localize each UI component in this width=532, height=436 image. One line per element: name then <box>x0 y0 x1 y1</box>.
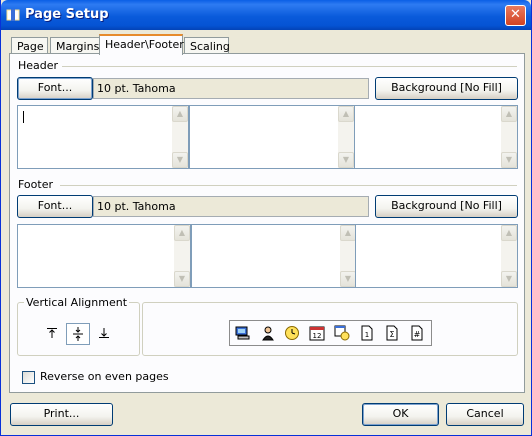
header-background-button[interactable]: Background [No Fill] <box>375 77 518 100</box>
header-divider <box>62 66 517 67</box>
footer-left-scrollbar[interactable]: ▲ ▼ <box>174 225 190 287</box>
calendar-icon[interactable]: 12 <box>309 325 325 341</box>
footer-left-textbox[interactable]: ▲ ▼ <box>17 224 191 288</box>
text-caret <box>23 111 24 123</box>
header-font-value: 10 pt. Tahoma <box>93 78 369 99</box>
page-count-icon[interactable]: Σ <box>384 325 400 341</box>
footer-background-button-label: Background [No Fill] <box>391 199 502 212</box>
ok-button[interactable]: OK <box>362 403 439 426</box>
scroll-up-arrow-icon[interactable]: ▲ <box>501 225 517 241</box>
align-top-icon <box>47 328 57 338</box>
scroll-down-arrow-icon[interactable]: ▼ <box>338 152 354 168</box>
close-button[interactable]: ✕ <box>505 5 526 26</box>
cancel-button-label: Cancel <box>466 407 504 420</box>
scroll-up-arrow-icon[interactable]: ▲ <box>501 106 517 122</box>
vertical-alignment-label: Vertical Alignment <box>24 296 130 309</box>
cancel-button[interactable]: Cancel <box>446 403 524 426</box>
align-bottom-button[interactable] <box>92 323 116 345</box>
page-setup-icon <box>6 9 20 21</box>
scroll-up-arrow-icon[interactable]: ▲ <box>340 225 356 241</box>
date-time-icon[interactable] <box>334 325 350 341</box>
scroll-down-arrow-icon[interactable]: ▼ <box>501 271 517 287</box>
footer-font-button[interactable]: Font... <box>17 195 93 218</box>
tab-scaling[interactable]: Scaling <box>184 37 230 54</box>
header-right-textbox[interactable]: ▲ ▼ <box>354 105 518 169</box>
header-section-label: Header <box>18 59 59 72</box>
footer-section-label: Footer <box>18 178 53 191</box>
reverse-even-pages-label[interactable]: Reverse on even pages <box>40 370 169 383</box>
print-button[interactable]: Print... <box>10 403 113 426</box>
svg-text:Σ: Σ <box>389 330 394 339</box>
insert-fields-toolbar: 12 1 Σ # <box>229 320 432 346</box>
reverse-even-pages-checkbox[interactable] <box>22 371 35 384</box>
align-top-button[interactable] <box>40 323 64 345</box>
tab-page[interactable]: Page <box>11 37 48 54</box>
window-title: Page Setup <box>25 7 109 22</box>
footer-font-value: 10 pt. Tahoma <box>93 196 369 217</box>
page-number-icon[interactable]: 1 <box>359 325 375 341</box>
align-bottom-icon <box>99 328 109 338</box>
user-icon[interactable] <box>260 325 276 341</box>
scroll-up-arrow-icon[interactable]: ▲ <box>174 225 190 241</box>
svg-text:12: 12 <box>313 332 322 340</box>
tab-header-footer[interactable]: Header\Footer <box>99 34 184 55</box>
number-icon[interactable]: # <box>409 325 425 341</box>
page-setup-dialog: Page Setup ✕ Page Margins Header\Footer … <box>0 0 532 436</box>
footer-right-scrollbar[interactable]: ▲ ▼ <box>501 225 517 287</box>
header-left-textbox[interactable]: ▲ ▼ <box>17 105 189 169</box>
header-right-scrollbar[interactable]: ▲ ▼ <box>501 106 517 168</box>
header-font-button[interactable]: Font... <box>17 77 93 100</box>
title-bar[interactable]: Page Setup ✕ <box>1 0 531 30</box>
svg-text:#: # <box>414 330 421 339</box>
footer-background-button[interactable]: Background [No Fill] <box>375 195 518 218</box>
footer-center-textbox[interactable]: ▲ ▼ <box>191 224 357 288</box>
header-center-textbox[interactable]: ▲ ▼ <box>189 105 355 169</box>
header-background-button-label: Background [No Fill] <box>391 81 502 94</box>
tab-margins[interactable]: Margins <box>50 37 100 54</box>
header-font-button-label: Font... <box>37 81 73 94</box>
header-left-scrollbar[interactable]: ▲ ▼ <box>172 106 188 168</box>
footer-divider <box>60 185 517 186</box>
scroll-up-arrow-icon[interactable]: ▲ <box>338 106 354 122</box>
footer-right-textbox[interactable]: ▲ ▼ <box>355 224 518 288</box>
align-center-button[interactable] <box>66 323 90 345</box>
footer-center-scrollbar[interactable]: ▲ ▼ <box>340 225 356 287</box>
computer-icon[interactable] <box>235 325 251 341</box>
scroll-down-arrow-icon[interactable]: ▼ <box>501 152 517 168</box>
header-footer-panel: Header Font... 10 pt. Tahoma Background … <box>9 53 525 393</box>
header-center-scrollbar[interactable]: ▲ ▼ <box>338 106 354 168</box>
scroll-up-arrow-icon[interactable]: ▲ <box>172 106 188 122</box>
footer-font-button-label: Font... <box>37 199 73 212</box>
scroll-down-arrow-icon[interactable]: ▼ <box>174 271 190 287</box>
scroll-down-arrow-icon[interactable]: ▼ <box>340 271 356 287</box>
svg-text:1: 1 <box>365 331 369 339</box>
clock-icon[interactable] <box>284 325 300 341</box>
scroll-down-arrow-icon[interactable]: ▼ <box>172 152 188 168</box>
ok-button-label: OK <box>392 407 409 420</box>
print-button-label: Print... <box>43 407 80 420</box>
align-center-icon <box>73 327 83 341</box>
